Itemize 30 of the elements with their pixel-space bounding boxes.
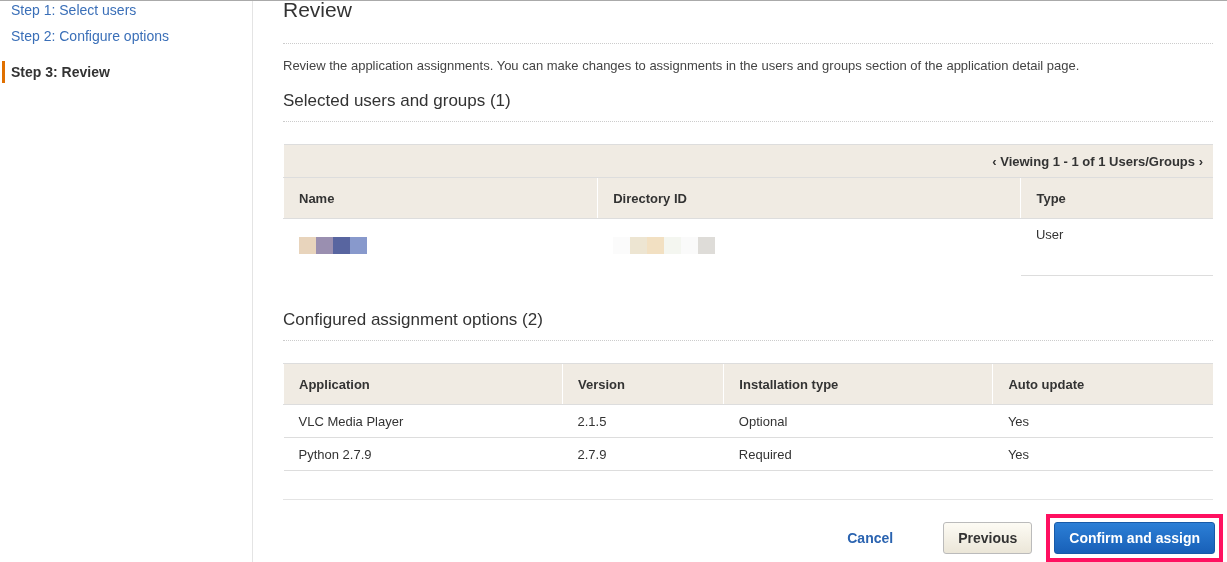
wizard-step[interactable]: Step 2: Configure options: [2, 27, 252, 61]
wizard-step[interactable]: Step 3: Review: [2, 61, 252, 83]
table-cell: Yes: [1007, 413, 1030, 429]
section-title: Configured assignment options (2): [283, 310, 1213, 341]
page-title: Review: [283, 1, 353, 23]
table-cell: 2.7.9: [577, 446, 607, 462]
previous-button[interactable]: Previous: [943, 522, 1033, 554]
cancel-link[interactable]: Cancel: [841, 529, 900, 547]
column-header: Auto update: [992, 363, 1213, 405]
description-text: Review the application assignments. You can make changes to assignments in the users and groups section of the application detail page.: [283, 43, 1213, 73]
confirm-button[interactable]: Confirm and assign: [1054, 522, 1215, 554]
next-page-link[interactable]: ›: [1198, 153, 1203, 169]
wizard-step[interactable]: Step 1: Select users: [2, 1, 252, 27]
section-title: Selected users and groups (1): [283, 91, 1213, 122]
column-header: Type: [1020, 177, 1213, 219]
table-cell: Yes: [1007, 446, 1030, 462]
column-header: Directory ID: [597, 177, 1021, 219]
column-header: Version: [562, 363, 724, 405]
column-header: Name: [283, 177, 598, 219]
table-cell: Required: [738, 446, 792, 462]
table-cell: User: [1035, 227, 1064, 242]
column-header: Application: [283, 363, 563, 405]
column-header: Installation type: [723, 363, 993, 405]
redacted-name: [298, 237, 367, 254]
table-cell: Python 2.7.9: [298, 446, 372, 462]
table-cell: Optional: [738, 413, 788, 429]
prev-page-link[interactable]: ‹: [992, 153, 997, 169]
pager-text: Viewing 1 - 1 of 1 Users/Groups: [1000, 153, 1196, 169]
table-cell: 2.1.5: [577, 413, 607, 429]
table-cell: VLC Media Player: [298, 413, 404, 429]
